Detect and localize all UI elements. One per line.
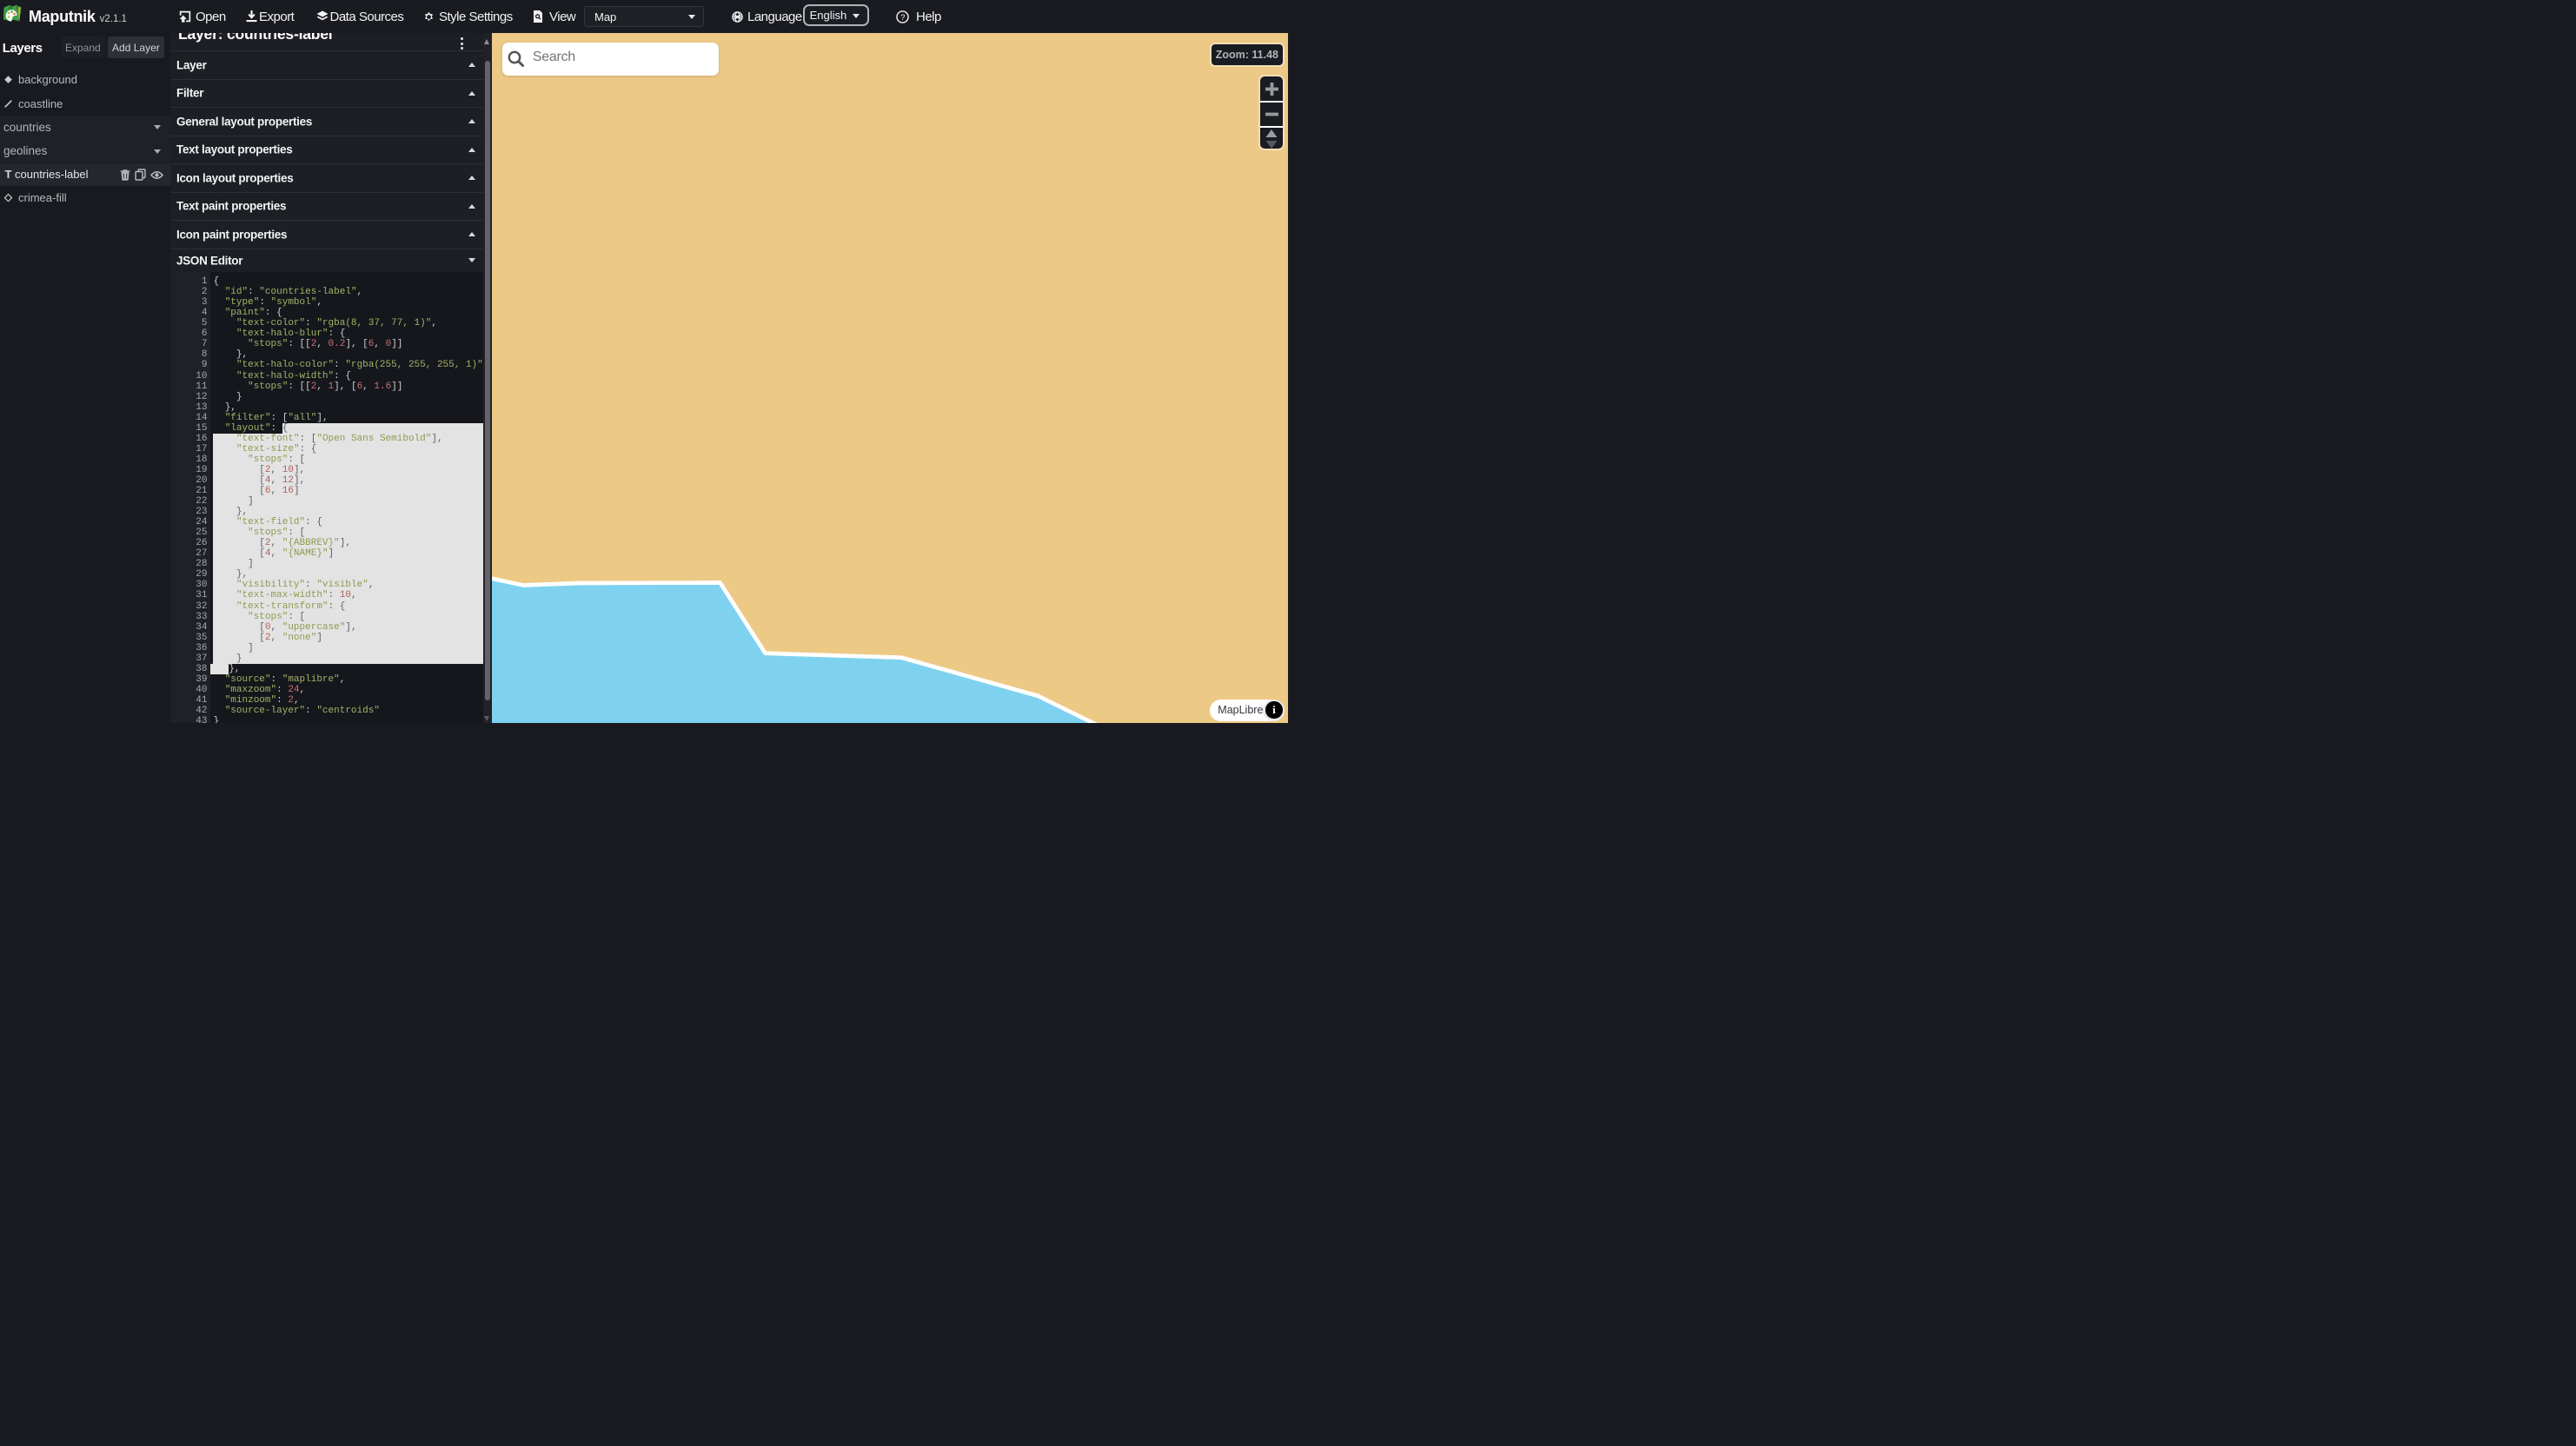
svg-text:?: ?	[900, 12, 905, 22]
